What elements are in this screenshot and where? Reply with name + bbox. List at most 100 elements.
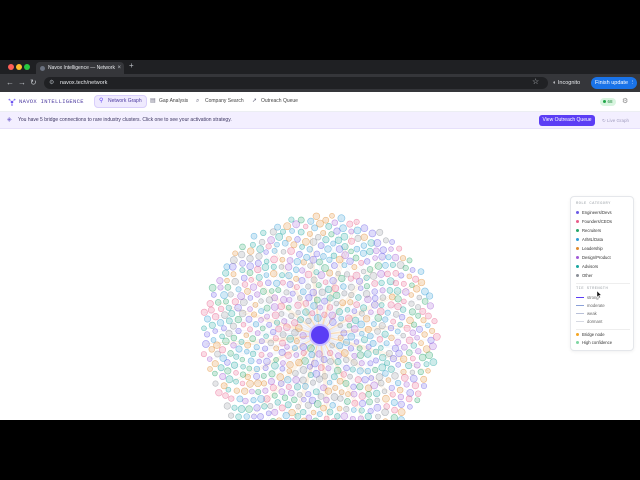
contact-node[interactable]: [279, 339, 286, 347]
contact-node[interactable]: [299, 366, 308, 374]
contact-node[interactable]: [326, 408, 334, 416]
contact-node[interactable]: [227, 291, 234, 298]
contact-node[interactable]: [382, 394, 390, 403]
contact-node[interactable]: [333, 366, 342, 375]
contact-node[interactable]: [420, 317, 427, 324]
contact-node[interactable]: [293, 352, 300, 358]
contact-node[interactable]: [364, 412, 372, 420]
contact-node[interactable]: [250, 232, 258, 240]
contact-node[interactable]: [208, 284, 217, 292]
contact-node[interactable]: [270, 255, 278, 264]
contact-node[interactable]: [417, 278, 426, 287]
contact-node[interactable]: [243, 332, 250, 338]
contact-node[interactable]: [307, 262, 314, 269]
contact-node[interactable]: [265, 296, 274, 304]
contact-node[interactable]: [271, 311, 280, 320]
contact-node[interactable]: [356, 351, 365, 359]
contact-node[interactable]: [388, 334, 395, 341]
contact-node[interactable]: [400, 373, 409, 382]
network-graph-canvas[interactable]: [0, 130, 640, 420]
contact-node[interactable]: [241, 387, 249, 395]
contact-node[interactable]: [420, 382, 428, 390]
contact-node[interactable]: [277, 302, 285, 311]
contact-node[interactable]: [274, 399, 281, 406]
contact-node[interactable]: [274, 241, 280, 248]
contact-node[interactable]: [358, 392, 367, 400]
contact-node[interactable]: [316, 411, 323, 418]
contact-node[interactable]: [225, 304, 232, 311]
contact-node[interactable]: [348, 248, 354, 255]
contact-node[interactable]: [234, 315, 242, 324]
contact-node[interactable]: [337, 214, 346, 223]
contact-node[interactable]: [366, 398, 373, 406]
contact-node[interactable]: [279, 256, 286, 263]
contact-node[interactable]: [382, 418, 388, 420]
contact-node[interactable]: [270, 270, 278, 278]
contact-node[interactable]: [285, 383, 292, 390]
contact-node[interactable]: [326, 294, 334, 302]
contact-node[interactable]: [333, 291, 341, 300]
contact-node[interactable]: [405, 362, 413, 370]
contact-node[interactable]: [372, 366, 379, 373]
contact-node[interactable]: [389, 239, 395, 245]
contact-node[interactable]: [246, 262, 254, 270]
contact-node[interactable]: [358, 360, 365, 367]
contact-node[interactable]: [372, 357, 379, 364]
contact-node[interactable]: [324, 387, 333, 395]
contact-node[interactable]: [302, 382, 309, 390]
contact-node[interactable]: [230, 271, 237, 278]
contact-node[interactable]: [279, 279, 286, 286]
contact-node[interactable]: [258, 298, 264, 304]
contact-node[interactable]: [206, 356, 213, 362]
contact-node[interactable]: [373, 239, 382, 247]
contact-node[interactable]: [331, 284, 340, 293]
contact-node[interactable]: [286, 361, 294, 369]
contact-node[interactable]: [340, 329, 348, 337]
contact-node[interactable]: [255, 388, 262, 395]
contact-node[interactable]: [410, 342, 417, 349]
contact-node[interactable]: [297, 216, 305, 224]
contact-node[interactable]: [317, 304, 323, 311]
contact-node[interactable]: [237, 405, 246, 413]
contact-node[interactable]: [220, 382, 228, 390]
contact-node[interactable]: [219, 333, 225, 340]
contact-node[interactable]: [357, 285, 364, 291]
contact-node[interactable]: [244, 341, 252, 349]
contact-node[interactable]: [228, 310, 236, 318]
finish-update-button[interactable]: Finish update ⋮: [591, 77, 637, 89]
contact-node[interactable]: [259, 287, 267, 295]
contact-node[interactable]: [415, 348, 422, 355]
contact-node[interactable]: [217, 284, 224, 291]
contact-node[interactable]: [267, 403, 274, 409]
contact-node[interactable]: [289, 290, 296, 297]
contact-node[interactable]: [377, 379, 385, 387]
contact-node[interactable]: [366, 247, 374, 256]
contact-node[interactable]: [265, 243, 272, 250]
contact-node[interactable]: [347, 299, 354, 306]
contact-node[interactable]: [254, 291, 261, 298]
contact-node[interactable]: [329, 213, 335, 219]
contact-node[interactable]: [274, 319, 281, 326]
contact-node[interactable]: [391, 406, 398, 414]
contact-node[interactable]: [387, 365, 395, 373]
contact-node[interactable]: [281, 318, 288, 325]
contact-node[interactable]: [257, 413, 264, 420]
contact-node[interactable]: [369, 272, 378, 280]
contact-node[interactable]: [217, 305, 225, 313]
legend-category[interactable]: Engineers/Devs: [576, 209, 612, 216]
contact-node[interactable]: [415, 312, 421, 319]
contact-node[interactable]: [350, 390, 358, 398]
contact-node[interactable]: [363, 274, 370, 281]
contact-node[interactable]: [349, 366, 356, 373]
contact-node[interactable]: [210, 291, 217, 298]
contact-node[interactable]: [333, 227, 341, 235]
contact-node[interactable]: [284, 376, 292, 384]
contact-node[interactable]: [288, 312, 295, 320]
contact-node[interactable]: [273, 357, 279, 363]
contact-node[interactable]: [266, 321, 273, 328]
contact-node[interactable]: [277, 380, 285, 387]
contact-node[interactable]: [321, 264, 329, 272]
contact-node[interactable]: [334, 358, 342, 366]
contact-node[interactable]: [224, 367, 232, 375]
contact-node[interactable]: [283, 289, 290, 296]
